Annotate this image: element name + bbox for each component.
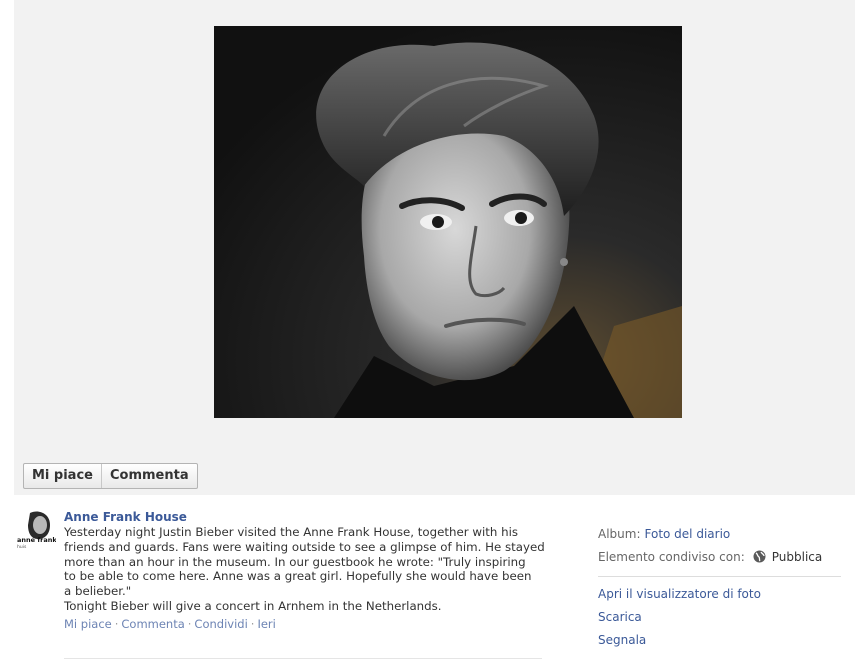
post-text: Yesterday night Justin Bieber visited th… [64, 525, 545, 613]
privacy-row: Elemento condiviso con: Pubblica [598, 545, 843, 568]
photo[interactable] [214, 26, 682, 418]
author-avatar[interactable]: anne frank huis [16, 509, 56, 549]
post-actions: Mi piace · Commenta · Condividi · Ieri [64, 616, 564, 632]
stage-edge [0, 0, 14, 495]
author-link[interactable]: Anne Frank House [64, 509, 564, 525]
globe-icon[interactable] [753, 550, 766, 563]
separator-dot: · [187, 616, 192, 631]
like-button[interactable]: Mi piace [24, 464, 101, 488]
album-label: Album: [598, 526, 641, 541]
post-timestamp[interactable]: Ieri [257, 617, 275, 631]
photo-sidebar: Album: Foto del diario Elemento condivis… [598, 522, 843, 652]
post-body: Anne Frank House Yesterday night Justin … [64, 509, 564, 632]
photo-stage [0, 0, 855, 495]
shared-label: Elemento condiviso con: [598, 549, 745, 564]
album-link[interactable]: Foto del diario [645, 526, 731, 542]
download-link[interactable]: Scarica [598, 606, 843, 629]
avatar-image: anne frank huis [16, 509, 56, 549]
comment-button[interactable]: Commenta [100, 464, 197, 488]
post-share-link[interactable]: Condividi [194, 617, 247, 631]
open-photo-viewer-link[interactable]: Apri il visualizzatore di foto [598, 583, 843, 606]
avatar-subtext: huis [17, 544, 27, 549]
sidebar-divider [598, 576, 841, 577]
separator-dot: · [250, 616, 255, 631]
report-link[interactable]: Segnala [598, 629, 843, 652]
photo-action-bar: Mi piace Commenta [23, 463, 198, 489]
post-comment-link[interactable]: Commenta [121, 617, 184, 631]
photo-image [214, 26, 682, 418]
shared-value: Pubblica [771, 549, 823, 564]
avatar-text: anne frank [17, 536, 56, 544]
comment-divider [64, 658, 542, 659]
post-like-link[interactable]: Mi piace [64, 617, 112, 631]
album-row: Album: Foto del diario [598, 522, 843, 545]
separator-dot: · [114, 616, 119, 631]
